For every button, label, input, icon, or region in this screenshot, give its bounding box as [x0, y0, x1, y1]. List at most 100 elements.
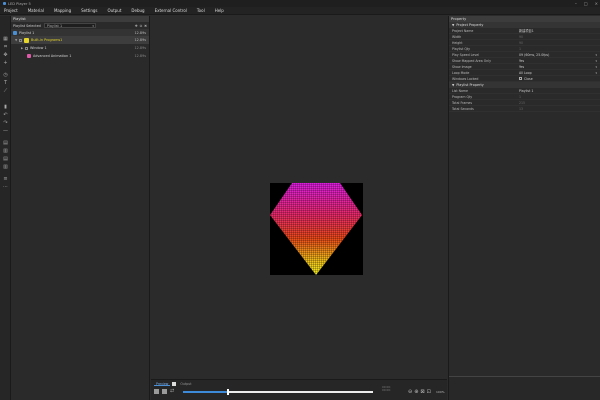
playlist-select[interactable]: Playlist 1 ▾: [43, 23, 96, 28]
stop-icon[interactable]: [162, 389, 167, 394]
preview-canvas[interactable]: [151, 16, 447, 379]
property-value[interactable]: 新建项目1: [519, 28, 600, 33]
property-value: 1: [519, 95, 600, 99]
tree-item-advanced-animation[interactable]: Advanced Animation 1 12.89s: [11, 52, 149, 60]
grid-icon[interactable]: ▦: [3, 37, 8, 42]
title-bar: LED Player 5 – □ ×: [0, 0, 600, 7]
menu-external-control[interactable]: External Control: [155, 8, 187, 13]
property-value[interactable]: Close: [519, 77, 600, 81]
align-left-icon[interactable]: ▤: [3, 141, 8, 146]
property-key: Total Frames: [452, 100, 473, 105]
property-value[interactable]: Yes ▾: [519, 65, 600, 69]
tree-item-duration: 12.89s: [134, 54, 146, 58]
distribute-icon[interactable]: ▥: [3, 165, 8, 170]
chevron-down-icon[interactable]: ▾: [595, 65, 597, 69]
menu-settings[interactable]: Settings: [81, 8, 97, 13]
playlist-selector-row: Playlist Selected Playlist 1 ▾ ✚ ⧉ ✖: [11, 22, 149, 29]
align-center-icon[interactable]: ▥: [3, 149, 8, 154]
timecode-total: 00:00:: [382, 388, 392, 393]
property-value-text: Yes: [519, 64, 525, 69]
playlist-root-label: Playlist 1: [19, 30, 35, 35]
property-value-text: 09 (60ms, 25.0fps): [519, 52, 550, 57]
property-value-text: 13: [519, 106, 524, 111]
property-value[interactable]: Yes ▾: [519, 59, 600, 63]
property-value-text: 1: [519, 46, 522, 51]
property-value-text: 90: [519, 34, 524, 39]
menu-bar: Project Material Mapping Settings Output…: [0, 7, 600, 15]
chevron-down-icon[interactable]: ▾: [595, 71, 597, 75]
progress-handle[interactable]: [226, 389, 229, 395]
add-playlist-icon[interactable]: ✚: [135, 24, 138, 28]
menu-mapping[interactable]: Mapping: [54, 8, 71, 13]
pause-icon[interactable]: [154, 389, 159, 394]
more-icon[interactable]: ⋯: [3, 185, 8, 190]
move-icon[interactable]: ✥: [3, 53, 8, 58]
text-icon[interactable]: T: [3, 81, 8, 86]
property-key: Project Name: [452, 28, 474, 33]
list-icon[interactable]: ≡: [3, 177, 8, 182]
maximize-icon[interactable]: □: [584, 1, 588, 6]
add-icon[interactable]: +: [3, 61, 8, 66]
menu-material[interactable]: Material: [28, 8, 44, 13]
playback-bar: Preview Output ⇄ 00:00: 00:00: ⊖ ⊕ ⊠ ⊡ 1…: [151, 379, 447, 400]
property-value[interactable]: Playlist 1: [519, 89, 600, 93]
property-key: Width: [452, 34, 462, 39]
tree-item-built-in-programs[interactable]: ▼ Built-in Programs1 12.89s: [11, 36, 149, 44]
collapse-arrow-icon: ▼: [452, 23, 455, 27]
tree-item-label: Window 1: [30, 46, 47, 50]
delete-playlist-icon[interactable]: ✖: [144, 24, 147, 28]
checkbox-icon[interactable]: [19, 38, 22, 42]
playlist-root-row[interactable]: Playlist 1 12.89s: [11, 29, 149, 36]
section-title: Playlist Property: [456, 83, 484, 87]
property-value[interactable]: All Loop ▾: [519, 71, 600, 75]
property-value[interactable]: 09 (60ms, 25.0fps) ▾: [519, 53, 600, 57]
loop-icon[interactable]: ⇄: [170, 389, 174, 394]
property-value-text: 1: [519, 94, 522, 99]
property-key: Total Seconds: [452, 106, 474, 111]
property-key: Playlist Qty: [452, 46, 470, 51]
tree-item-duration: 12.89s: [134, 38, 146, 42]
copy-playlist-icon[interactable]: ⧉: [140, 24, 142, 28]
clock-icon[interactable]: ◷: [3, 73, 8, 78]
chevron-down-icon: ▾: [92, 23, 94, 28]
playlist-icon: [13, 30, 17, 35]
undo-icon[interactable]: ↶: [3, 113, 8, 118]
property-value: 90: [519, 35, 600, 39]
tab-preview[interactable]: Preview: [154, 382, 171, 386]
delete-icon[interactable]: ▮: [3, 105, 8, 110]
section-title: Project Property: [456, 23, 484, 27]
property-key: Show Image: [452, 64, 472, 69]
crop-icon[interactable]: ⌗: [3, 45, 8, 50]
playlist-panel: Playlist Playlist Selected Playlist 1 ▾ …: [11, 16, 150, 400]
align-right-icon[interactable]: ▤: [3, 157, 8, 162]
menu-tool[interactable]: Tool: [197, 8, 205, 13]
timecode: 00:00: 00:00:: [382, 385, 392, 393]
property-key: Program Qty: [452, 94, 473, 99]
tab-toggle-icon[interactable]: [172, 382, 177, 386]
zoom-reset-icon[interactable]: ⊡: [427, 389, 431, 395]
property-row: Total Seconds 13: [449, 106, 600, 112]
chevron-down-icon[interactable]: ▾: [595, 53, 597, 57]
zoom-in-icon[interactable]: ⊕: [414, 389, 418, 395]
menu-help[interactable]: Help: [215, 8, 224, 13]
menu-debug[interactable]: Debug: [131, 8, 144, 13]
checkbox-icon[interactable]: [519, 77, 522, 80]
tab-output[interactable]: Output: [178, 382, 193, 386]
minimize-icon[interactable]: –: [575, 1, 577, 6]
playlist-select-value: Playlist 1: [46, 23, 63, 28]
close-icon[interactable]: ×: [595, 1, 598, 6]
progress-slider[interactable]: [183, 389, 373, 395]
chevron-down-icon[interactable]: ▾: [595, 59, 597, 63]
menu-project[interactable]: Project: [4, 8, 18, 13]
zoom-fit-icon[interactable]: ⊠: [420, 389, 424, 395]
property-value-text: Playlist 1: [519, 88, 534, 93]
tree-item-window[interactable]: ▶ Window 1 12.89s: [11, 44, 149, 52]
property-key: Show Mapped Area Only: [452, 58, 492, 63]
property-value: 215: [519, 101, 600, 105]
property-value-text: 215: [519, 100, 526, 105]
line-icon[interactable]: ⟋: [3, 89, 8, 94]
zoom-out-icon[interactable]: ⊖: [408, 389, 412, 395]
redo-icon[interactable]: ↷: [3, 121, 8, 126]
minus-icon[interactable]: —: [3, 129, 8, 134]
menu-output[interactable]: Output: [108, 8, 122, 13]
